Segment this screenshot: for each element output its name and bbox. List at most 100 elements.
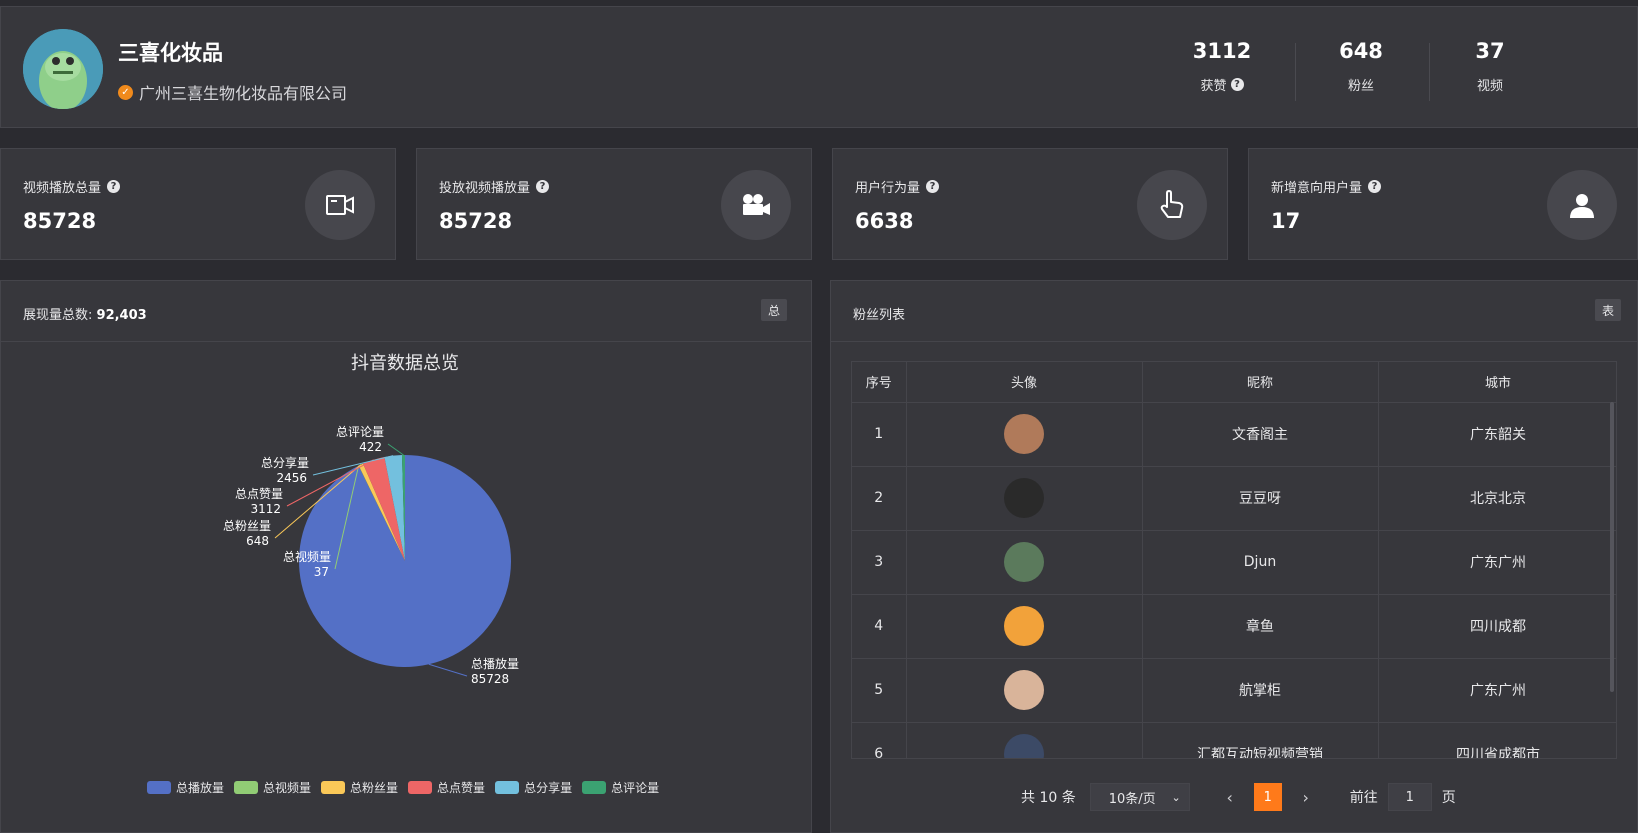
fan-nickname: 文香阁主 <box>1142 402 1379 467</box>
help-icon[interactable]: ? <box>1230 78 1244 91</box>
column-header-index: 序号 <box>852 362 907 403</box>
row-index: 2 <box>852 466 907 531</box>
avatar[interactable] <box>1004 478 1044 518</box>
kpi-title-text: 投放视频播放量 <box>439 181 531 196</box>
stat-videos-value: 37 <box>1475 39 1505 63</box>
fan-avatar-cell <box>906 466 1143 531</box>
legend-item[interactable]: 总评论量 <box>582 779 659 796</box>
legend-item[interactable]: 总视频量 <box>234 779 311 796</box>
divider <box>1295 43 1296 101</box>
page-size-select[interactable]: 10条/页 ⌄ <box>1089 783 1190 811</box>
legend-label: 总评论量 <box>611 781 660 795</box>
avatar[interactable] <box>1004 606 1044 646</box>
column-header-avatar: 头像 <box>906 362 1143 403</box>
table-row[interactable]: 2 豆豆呀 北京北京 <box>852 466 1616 531</box>
total-tag-button[interactable]: 总 <box>761 299 787 321</box>
legend-swatch <box>408 781 433 794</box>
user-icon <box>1547 170 1617 240</box>
prev-page-button[interactable]: ‹ <box>1216 788 1244 807</box>
panel-header: 粉丝列表 表 <box>831 281 1637 342</box>
fans-table-wrapper[interactable]: 序号 头像 昵称 城市 1 文香阁主 广东韶关 2 豆豆呀 北京北京 3 Djun 广东广州 4 章… <box>851 361 1617 759</box>
chart-title: 抖音数据总览 <box>351 353 459 374</box>
kpi-title-text: 新增意向用户量 <box>1271 181 1363 196</box>
pie-label-line <box>387 443 404 456</box>
legend-item[interactable]: 总分享量 <box>495 779 572 796</box>
hand-pointer-icon <box>1137 170 1207 240</box>
pagination: 共 10 条 10条/页 ⌄ ‹ 1 › 前往 1 页 <box>1021 783 1456 811</box>
fans-table: 序号 头像 昵称 城市 1 文香阁主 广东韶关 2 豆豆呀 北京北京 3 Djun 广东广州 4 章… <box>852 362 1616 758</box>
table-tag-button[interactable]: 表 <box>1595 299 1621 321</box>
table-scrollbar[interactable] <box>1610 402 1614 692</box>
fan-city: 北京北京 <box>1378 466 1616 531</box>
pie-label-name: 总评论量 <box>336 425 384 439</box>
legend-label: 总视频量 <box>263 781 312 795</box>
chart-legend: 总播放量 总视频量 总粉丝量 总点赞量 总分享量 总评论量 <box>147 779 659 796</box>
fan-avatar-cell <box>906 402 1143 467</box>
fan-avatar-cell <box>906 594 1143 659</box>
table-header-row: 序号 头像 昵称 城市 <box>852 362 1616 403</box>
kpi-title: 用户行为量 ? <box>855 177 940 196</box>
fan-nickname: 章鱼 <box>1142 594 1379 659</box>
avatar[interactable] <box>1004 542 1044 582</box>
kpi-title: 视频播放总量 ? <box>23 177 121 196</box>
next-page-button[interactable]: › <box>1292 788 1320 807</box>
avatar[interactable] <box>1004 670 1044 710</box>
fan-nickname: 汇都互动短视频营销 <box>1142 722 1379 758</box>
kpi-title-text: 用户行为量 <box>855 181 921 196</box>
verified-check-icon: ✓ <box>118 84 133 100</box>
pie-label-value: 37 <box>314 565 329 579</box>
stat-videos: 37 视频 <box>1435 39 1545 94</box>
stat-fans-value: 648 <box>1339 39 1383 63</box>
legend-label: 总分享量 <box>524 781 573 795</box>
legend-item[interactable]: 总点赞量 <box>408 779 485 796</box>
stat-likes-value: 3112 <box>1192 39 1252 63</box>
kpi-card-video-plays: 视频播放总量 ? 85728 <box>0 148 396 260</box>
goto-page-input[interactable]: 1 <box>1387 783 1432 811</box>
kpi-value: 85728 <box>23 209 97 233</box>
impressions-total: 展现量总数: 92,403 <box>23 304 147 323</box>
legend-item[interactable]: 总播放量 <box>147 779 224 796</box>
table-row[interactable]: 1 文香阁主 广东韶关 <box>852 402 1616 467</box>
column-header-nickname: 昵称 <box>1142 362 1379 403</box>
pie-label-line <box>428 663 468 677</box>
kpi-title: 新增意向用户量 ? <box>1271 177 1382 196</box>
impressions-panel: 展现量总数: 92,403 总 抖音数据总览 总播放量 85728 总视频量 37 总粉… <box>0 280 812 833</box>
panel-header: 展现量总数: 92,403 总 <box>1 281 811 342</box>
help-icon[interactable]: ? <box>926 180 940 193</box>
pie-label-name: 总分享量 <box>261 455 309 470</box>
movie-camera-icon <box>721 170 791 240</box>
impressions-label: 展现量总数: <box>23 308 93 323</box>
stat-fans: 648 粉丝 <box>1306 39 1416 94</box>
page-1-button[interactable]: 1 <box>1253 783 1282 811</box>
stat-likes: 3112 获赞 ? <box>1167 39 1277 94</box>
legend-label: 总播放量 <box>176 781 225 795</box>
help-icon[interactable]: ? <box>1368 180 1382 193</box>
chevron-down-icon: ⌄ <box>1171 790 1181 804</box>
impressions-value: 92,403 <box>96 308 147 323</box>
goto-label: 前往 <box>1349 790 1378 806</box>
legend-item[interactable]: 总粉丝量 <box>321 779 398 796</box>
table-row[interactable]: 3 Djun 广东广州 <box>852 530 1616 595</box>
divider <box>1429 43 1430 101</box>
stat-likes-label: 获赞 ? <box>1167 75 1277 94</box>
table-row[interactable]: 4 章鱼 四川成都 <box>852 594 1616 659</box>
kpi-value: 17 <box>1271 209 1301 233</box>
help-icon[interactable]: ? <box>107 180 121 193</box>
pie-label-name: 总播放量 <box>471 656 519 671</box>
legend-label: 总粉丝量 <box>350 781 399 795</box>
table-row[interactable]: 6 汇都互动短视频营销 四川省成都市 <box>852 722 1616 758</box>
legend-swatch <box>495 781 520 794</box>
help-icon[interactable]: ? <box>536 180 550 193</box>
pie-label-name: 总点赞量 <box>235 487 283 501</box>
avatar[interactable] <box>1004 414 1044 454</box>
row-index: 6 <box>852 722 907 758</box>
kpi-value: 85728 <box>439 209 513 233</box>
table-row[interactable]: 5 航掌柜 广东广州 <box>852 658 1616 723</box>
kpi-card-new-leads: 新增意向用户量 ? 17 <box>1248 148 1638 260</box>
pagination-total: 共 10 条 <box>1021 790 1076 806</box>
row-index: 4 <box>852 594 907 659</box>
kpi-card-promoted-plays: 投放视频播放量 ? 85728 <box>416 148 812 260</box>
company-name: ✓ 广州三喜生物化妆品有限公司 <box>118 80 347 104</box>
avatar[interactable] <box>1004 734 1044 758</box>
fan-nickname: 航掌柜 <box>1142 658 1379 723</box>
